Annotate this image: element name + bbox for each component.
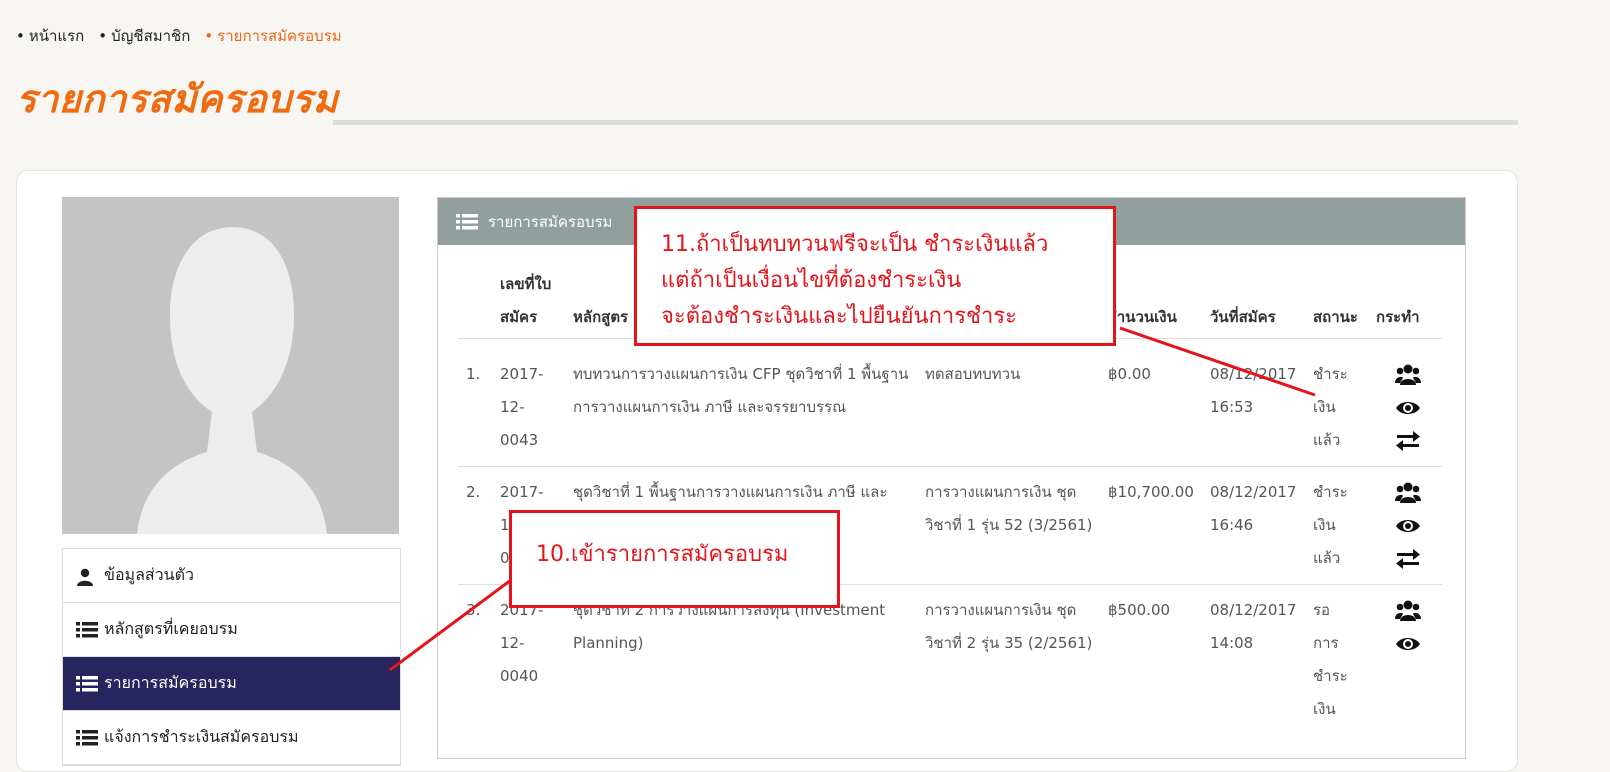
status-badge: ชำระ เงิน แล้ว xyxy=(1313,365,1348,449)
row-number: 3. xyxy=(466,601,481,619)
register-date: 08/12/2017 16:53 xyxy=(1210,365,1297,416)
application-number: 2017- 12- 0043 xyxy=(500,365,544,449)
eye-icon[interactable] xyxy=(1393,509,1423,542)
list-icon xyxy=(76,621,98,638)
col-course: หลักสูตร xyxy=(573,308,629,326)
amount: ฿500.00 xyxy=(1108,601,1171,619)
table-row: 1. 2017- 12- 0043 ทบทวนการวางแผนการเงิน CF… xyxy=(458,348,1443,467)
user-icon xyxy=(76,568,98,586)
side-menu-item-payment-notify[interactable]: แจ้งการชำระเงินสมัครอบรม xyxy=(63,711,400,765)
side-menu-item-registrations[interactable]: รายการสมัครอบรม xyxy=(63,657,400,711)
side-menu-label: รายการสมัครอบรม xyxy=(104,673,237,692)
amount: ฿10,700.00 xyxy=(1108,483,1194,501)
transfer-icon[interactable] xyxy=(1393,424,1423,457)
amount: ฿0.00 xyxy=(1108,365,1151,383)
users-icon[interactable] xyxy=(1393,594,1423,627)
session-name: ทดสอบทบทวน xyxy=(925,365,1021,383)
register-date: 08/12/2017 16:46 xyxy=(1210,483,1297,534)
panel-title: รายการสมัครอบรม xyxy=(488,212,613,231)
row-actions xyxy=(1393,594,1423,660)
col-status: สถานะ xyxy=(1313,308,1358,326)
annotation-callout-11: 11.ถ้าเป็นทบทวนฟรีจะเป็น ชำระเงินแล้ว แต… xyxy=(634,206,1116,346)
eye-icon[interactable] xyxy=(1393,627,1423,660)
list-icon xyxy=(456,213,478,229)
users-icon[interactable] xyxy=(1393,476,1423,509)
transfer-icon[interactable] xyxy=(1393,542,1423,575)
title-divider xyxy=(333,120,1518,125)
side-menu-item-profile[interactable]: ข้อมูลส่วนตัว xyxy=(63,549,400,603)
register-date: 08/12/2017 14:08 xyxy=(1210,601,1297,652)
row-number: 1. xyxy=(466,365,481,383)
users-icon[interactable] xyxy=(1393,358,1423,391)
row-number: 2. xyxy=(466,483,481,501)
col-amount: จำนวนเงิน xyxy=(1108,308,1177,326)
col-date: วันที่สมัคร xyxy=(1210,308,1276,326)
list-icon xyxy=(76,729,98,746)
session-name: การวางแผนการเงิน ชุด วิชาที่ 1 รุ่น 52 (3… xyxy=(925,483,1093,534)
col-app-no-line2: สมัคร xyxy=(500,308,538,326)
application-number: 2017- 12- 0040 xyxy=(500,601,544,685)
breadcrumb-current: • รายการสมัครอบรม xyxy=(204,27,342,45)
breadcrumb: • หน้าแรก • บัญชีสมาชิก • รายการสมัครอบรม xyxy=(16,24,342,48)
col-action: กระทำ xyxy=(1376,308,1420,326)
status-badge: รอ การ ชำระ เงิน xyxy=(1313,601,1348,718)
side-menu-label: ข้อมูลส่วนตัว xyxy=(104,565,194,584)
annotation-callout-10: 10.เข้ารายการสมัครอบรม xyxy=(509,510,840,608)
side-menu-item-past-courses[interactable]: หลักสูตรที่เคยอบรม xyxy=(63,603,400,657)
course-name: ทบทวนการวางแผนการเงิน CFP ชุดวิชาที่ 1 พ… xyxy=(573,365,909,416)
list-icon xyxy=(76,675,98,692)
side-menu: ข้อมูลส่วนตัว หลักสูตรที่เคยอบรม รายการส… xyxy=(62,548,401,766)
side-menu-label: แจ้งการชำระเงินสมัครอบรม xyxy=(104,727,299,746)
eye-icon[interactable] xyxy=(1393,391,1423,424)
status-badge: ชำระ เงิน แล้ว xyxy=(1313,483,1348,567)
row-actions xyxy=(1393,358,1423,457)
side-menu-label: หลักสูตรที่เคยอบรม xyxy=(104,619,238,638)
session-name: การวางแผนการเงิน ชุด วิชาที่ 2 รุ่น 35 (2… xyxy=(925,601,1093,652)
breadcrumb-account[interactable]: • บัญชีสมาชิก xyxy=(98,24,190,48)
col-app-no-line1: เลขที่ใบ xyxy=(500,275,552,293)
breadcrumb-home[interactable]: • หน้าแรก xyxy=(16,24,84,48)
page-title: รายการสมัครอบรม xyxy=(16,77,339,121)
row-actions xyxy=(1393,476,1423,575)
avatar xyxy=(62,197,399,534)
